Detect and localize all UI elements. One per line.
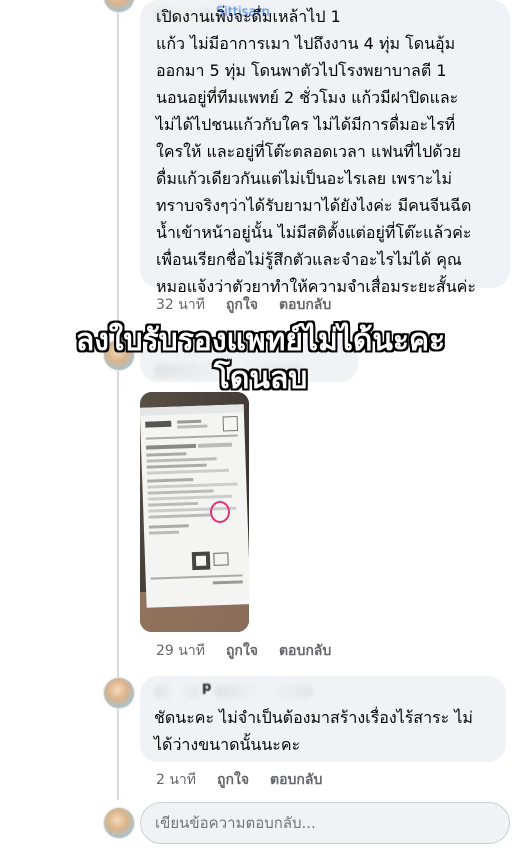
current-user-avatar: [104, 808, 134, 838]
overlay-line-2: โดนลบ: [213, 361, 308, 396]
like-button[interactable]: ถูกใจ: [226, 640, 258, 662]
comment-actions: 29 นาที ถูกใจ ตอบกลับ: [156, 640, 331, 662]
reply-button[interactable]: ตอบกลับ: [270, 769, 322, 791]
comment-time[interactable]: 29 นาที: [156, 640, 205, 662]
comment-bubble: p ชัดนะคะ ไม่จำเป็นต้องมาสร้างเรื่องไร้ส…: [140, 676, 506, 762]
blurred-author-name: [154, 685, 200, 698]
comment-photo[interactable]: [140, 392, 249, 632]
comment-text: เปิดงานเพิ่งจะดื่มเหล้าไป 1 แก้ว ไม่มีอา…: [156, 7, 476, 296]
comment-author[interactable]: p: [202, 680, 211, 695]
comment-time[interactable]: 2 นาที: [156, 769, 196, 791]
overlay-caption: ลงใบรับรองแพทย์ไม่ได้นะคะ โดนลบ: [0, 322, 521, 398]
like-button[interactable]: ถูกใจ: [217, 769, 249, 791]
medical-certificate-image: [140, 392, 249, 632]
blurred-author-name: [214, 685, 314, 698]
avatar: [104, 0, 134, 12]
comment-bubble: Sittisarn เปิดงานเพิ่งจะดื่มเหล้าไป 1 แก…: [140, 0, 510, 296]
comment-time[interactable]: 32 นาที: [156, 294, 205, 316]
reply-input[interactable]: [140, 802, 510, 844]
comment-actions: 32 นาที ถูกใจ ตอบกลับ: [156, 294, 331, 316]
reply-button[interactable]: ตอบกลับ: [279, 640, 331, 662]
comment-actions: 2 นาที ถูกใจ ตอบกลับ: [156, 769, 322, 791]
reply-button[interactable]: ตอบกลับ: [279, 294, 331, 316]
comment-text: ชัดนะคะ ไม่จำเป็นต้องมาสร้างเรื่องไร้สาร…: [154, 708, 473, 754]
like-button[interactable]: ถูกใจ: [226, 294, 258, 316]
avatar: [104, 678, 134, 708]
overlay-line-1: ลงใบรับรองแพทย์ไม่ได้นะคะ: [75, 323, 446, 358]
